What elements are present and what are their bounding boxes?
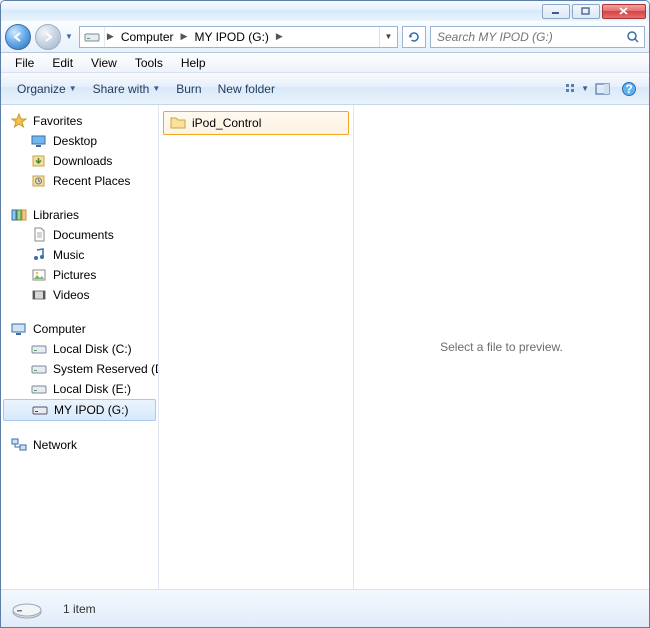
explorer-window: ▼ ▶ Computer ▶ MY IPOD (G:) ▶ ▼ File Edi… bbox=[0, 0, 650, 628]
history-dropdown-icon[interactable]: ▼ bbox=[65, 32, 73, 41]
maximize-button[interactable] bbox=[572, 4, 600, 19]
network-header[interactable]: Network bbox=[1, 435, 158, 455]
search-icon[interactable] bbox=[622, 30, 644, 44]
help-button[interactable]: ? bbox=[617, 77, 641, 101]
sidebar-item-desktop[interactable]: Desktop bbox=[1, 131, 158, 151]
menu-view[interactable]: View bbox=[83, 54, 125, 72]
sidebar-item-system-reserved[interactable]: System Reserved (D: bbox=[1, 359, 158, 379]
burn-button[interactable]: Burn bbox=[168, 78, 209, 100]
sidebar-item-music[interactable]: Music bbox=[1, 245, 158, 265]
help-icon: ? bbox=[621, 81, 637, 97]
libraries-group: Libraries Documents Music Pictures Video… bbox=[1, 205, 158, 305]
sidebar-item-pictures[interactable]: Pictures bbox=[1, 265, 158, 285]
close-button[interactable] bbox=[602, 4, 646, 19]
preview-message: Select a file to preview. bbox=[440, 340, 563, 354]
drive-icon bbox=[32, 402, 48, 418]
favorites-group: Favorites Desktop Downloads Recent Place… bbox=[1, 111, 158, 191]
address-bar[interactable]: ▶ Computer ▶ MY IPOD (G:) ▶ ▼ bbox=[79, 26, 398, 48]
sidebar-item-documents[interactable]: Documents bbox=[1, 225, 158, 245]
status-drive-icon bbox=[11, 597, 43, 621]
hdd-icon bbox=[31, 381, 47, 397]
forward-arrow-icon bbox=[41, 30, 55, 44]
share-with-button[interactable]: Share with▼ bbox=[85, 78, 169, 100]
network-group: Network bbox=[1, 435, 158, 455]
sidebar-item-recent[interactable]: Recent Places bbox=[1, 171, 158, 191]
pictures-icon bbox=[31, 267, 47, 283]
sidebar-item-downloads[interactable]: Downloads bbox=[1, 151, 158, 171]
toolbar: Organize▼ Share with▼ Burn New folder ▼ … bbox=[1, 73, 649, 105]
menu-tools[interactable]: Tools bbox=[127, 54, 171, 72]
music-icon bbox=[31, 247, 47, 263]
navbar: ▼ ▶ Computer ▶ MY IPOD (G:) ▶ ▼ bbox=[1, 21, 649, 53]
refresh-button[interactable] bbox=[402, 26, 426, 48]
sidebar-item-videos[interactable]: Videos bbox=[1, 285, 158, 305]
new-folder-button[interactable]: New folder bbox=[210, 78, 283, 100]
navigation-tree[interactable]: Favorites Desktop Downloads Recent Place… bbox=[1, 105, 159, 589]
maximize-icon bbox=[581, 7, 591, 15]
computer-icon bbox=[11, 321, 27, 337]
titlebar bbox=[1, 1, 649, 21]
videos-icon bbox=[31, 287, 47, 303]
sidebar-item-localdisk-e[interactable]: Local Disk (E:) bbox=[1, 379, 158, 399]
documents-icon bbox=[31, 227, 47, 243]
desktop-icon bbox=[31, 133, 47, 149]
minimize-icon bbox=[551, 7, 561, 15]
hdd-icon bbox=[31, 341, 47, 357]
preview-pane-icon bbox=[595, 82, 611, 96]
breadcrumb-computer[interactable]: Computer bbox=[116, 27, 179, 47]
breadcrumb-arrow-icon[interactable]: ▶ bbox=[105, 31, 116, 42]
menu-edit[interactable]: Edit bbox=[44, 54, 81, 72]
folder-icon bbox=[170, 115, 186, 131]
view-options-button[interactable]: ▼ bbox=[565, 77, 589, 101]
downloads-icon bbox=[31, 153, 47, 169]
statusbar: 1 item bbox=[1, 589, 649, 627]
close-icon bbox=[618, 6, 630, 16]
organize-button[interactable]: Organize▼ bbox=[9, 78, 85, 100]
menu-file[interactable]: File bbox=[7, 54, 42, 72]
search-input[interactable] bbox=[431, 30, 622, 44]
refresh-icon bbox=[407, 30, 421, 44]
address-dropdown-icon[interactable]: ▼ bbox=[379, 27, 397, 47]
forward-button[interactable] bbox=[35, 24, 61, 50]
computer-header[interactable]: Computer bbox=[1, 319, 158, 339]
breadcrumb-arrow-icon[interactable]: ▶ bbox=[274, 31, 285, 42]
favorites-header[interactable]: Favorites bbox=[1, 111, 158, 131]
preview-pane-button[interactable] bbox=[591, 77, 615, 101]
libraries-header[interactable]: Libraries bbox=[1, 205, 158, 225]
svg-text:?: ? bbox=[625, 82, 632, 96]
recent-places-icon bbox=[31, 173, 47, 189]
computer-group: Computer Local Disk (C:) System Reserved… bbox=[1, 319, 158, 421]
chevron-down-icon: ▼ bbox=[69, 84, 77, 93]
search-box[interactable] bbox=[430, 26, 645, 48]
back-button[interactable] bbox=[5, 24, 31, 50]
back-arrow-icon bbox=[11, 30, 25, 44]
menubar: File Edit View Tools Help bbox=[1, 53, 649, 73]
hdd-icon bbox=[31, 361, 47, 377]
minimize-button[interactable] bbox=[542, 4, 570, 19]
network-icon bbox=[11, 437, 27, 453]
libraries-icon bbox=[11, 207, 27, 223]
file-item-ipod-control[interactable]: iPod_Control bbox=[163, 111, 349, 135]
content-area: Favorites Desktop Downloads Recent Place… bbox=[1, 105, 649, 589]
drive-icon bbox=[80, 27, 105, 47]
file-item-label: iPod_Control bbox=[192, 116, 261, 130]
breadcrumb-drive[interactable]: MY IPOD (G:) bbox=[189, 27, 273, 47]
sidebar-item-localdisk-c[interactable]: Local Disk (C:) bbox=[1, 339, 158, 359]
chevron-down-icon: ▼ bbox=[581, 84, 589, 93]
chevron-down-icon: ▼ bbox=[152, 84, 160, 93]
preview-pane: Select a file to preview. bbox=[354, 105, 649, 589]
status-count: 1 item bbox=[63, 602, 96, 616]
menu-help[interactable]: Help bbox=[173, 54, 214, 72]
sidebar-item-my-ipod[interactable]: MY IPOD (G:) bbox=[3, 399, 156, 421]
breadcrumb-arrow-icon[interactable]: ▶ bbox=[179, 31, 190, 42]
file-list[interactable]: iPod_Control bbox=[159, 105, 354, 589]
star-icon bbox=[11, 113, 27, 129]
view-options-icon bbox=[565, 82, 579, 96]
